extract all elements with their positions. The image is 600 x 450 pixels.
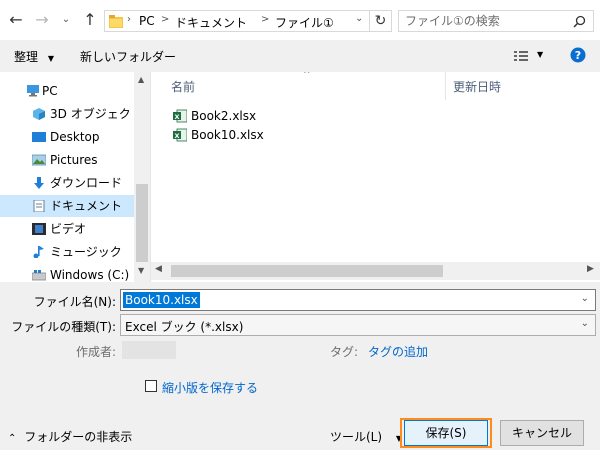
nav-item-3d-objects[interactable]: 3D オブジェクト: [0, 103, 143, 125]
hide-folders-button[interactable]: ⌃ フォルダーの非表示: [8, 428, 132, 445]
sort-ascending-icon: ^: [303, 72, 311, 80]
search-input[interactable]: [405, 13, 565, 29]
tools-menu-button[interactable]: ツール(L) ▼: [330, 428, 402, 445]
view-options-icon[interactable]: [514, 50, 528, 62]
filetype-select[interactable]: Excel ブック (*.xlsx) ⌄: [120, 314, 596, 336]
nav-label: Desktop: [50, 130, 100, 144]
drive-icon: [32, 270, 46, 281]
documents-icon: [33, 200, 45, 212]
breadcrumb-pc[interactable]: PC: [139, 14, 155, 28]
horizontal-scrollbar-thumb[interactable]: [171, 265, 443, 277]
svg-text:X: X: [174, 113, 179, 121]
horizontal-scrollbar[interactable]: ◀ ▶: [151, 262, 600, 280]
file-name: Book2.xlsx: [191, 109, 257, 123]
add-tags-link[interactable]: タグの追加: [368, 343, 428, 360]
hide-folders-label: フォルダーの非表示: [24, 430, 133, 444]
up-arrow-icon[interactable]: ↑: [80, 10, 100, 30]
nav-item-windows-drive[interactable]: Windows (C:): [0, 264, 134, 282]
breadcrumb-documents[interactable]: ドキュメント: [175, 14, 247, 31]
filetype-label: ファイルの種類(T):: [11, 320, 116, 334]
refresh-icon[interactable]: ↻: [370, 10, 392, 32]
navigation-pane: PC 3D オブジェクト Desktop Pictures ダウンロード ドキュ…: [0, 72, 150, 282]
filename-field[interactable]: Book10.xlsx ⌄: [120, 289, 596, 311]
download-icon: [34, 177, 44, 189]
chevron-up-icon: ⌃: [8, 433, 17, 444]
scroll-right-arrow-icon[interactable]: ▶: [587, 264, 594, 274]
file-name: Book10.xlsx: [191, 128, 264, 142]
file-list-pane: ^ 名前 更新日時 X Book2.xlsx X Book10.xlsx ◀ ▶: [150, 72, 600, 282]
column-header-modified[interactable]: 更新日時: [453, 78, 501, 95]
command-bar: 整理 ▼ 新しいフォルダー ▼ ?: [0, 40, 600, 72]
save-button[interactable]: 保存(S): [404, 420, 488, 446]
address-bar[interactable]: › PC > ドキュメント > ファイル① ⌄: [104, 10, 370, 32]
excel-file-icon: X: [173, 109, 187, 123]
tools-label: ツール(L): [330, 430, 383, 444]
author-label: 作成者:: [75, 345, 116, 359]
nav-label: ドキュメント: [50, 199, 123, 213]
nav-label: Pictures: [50, 153, 98, 167]
search-icon[interactable]: [573, 15, 586, 28]
address-row: ← → ⌄ ↑ › PC > ドキュメント > ファイル① ⌄ ↻: [0, 0, 600, 40]
organize-menu-button[interactable]: 整理 ▼: [14, 48, 54, 65]
nav-item-documents[interactable]: ドキュメント: [0, 195, 134, 217]
nav-label: Windows (C:): [50, 268, 130, 282]
scroll-up-arrow-icon[interactable]: ▲: [138, 75, 144, 84]
column-divider[interactable]: [445, 72, 446, 100]
breadcrumb-separator: >: [161, 14, 170, 25]
breadcrumb-current-folder[interactable]: ファイル①: [275, 14, 334, 31]
cancel-button[interactable]: キャンセル: [500, 420, 584, 446]
nav-item-desktop[interactable]: Desktop: [0, 126, 134, 148]
filename-value[interactable]: Book10.xlsx: [123, 292, 200, 308]
pictures-icon: [32, 154, 46, 166]
organize-label: 整理: [14, 50, 39, 64]
address-chevron-down-icon[interactable]: ⌄: [355, 13, 363, 24]
view-chevron-down-icon[interactable]: ▼: [537, 50, 543, 59]
nav-label: ミュージック: [50, 245, 122, 259]
thumbnail-label[interactable]: 縮小版を保存する: [162, 379, 258, 396]
pc-icon: [27, 85, 39, 97]
svg-text:?: ?: [575, 49, 581, 62]
music-icon: [33, 246, 44, 258]
nav-label: ダウンロード: [50, 176, 123, 190]
recent-chevron-down-icon[interactable]: ⌄: [56, 10, 76, 30]
filename-label: ファイル名(N):: [33, 295, 116, 309]
thumbnail-checkbox[interactable]: [145, 380, 157, 392]
nav-item-videos[interactable]: ビデオ: [0, 218, 134, 240]
nav-item-music[interactable]: ミュージック: [0, 241, 134, 263]
scroll-down-arrow-icon[interactable]: ▼: [138, 266, 144, 275]
nav-label: PC: [42, 84, 58, 98]
excel-file-icon: X: [173, 128, 187, 142]
3d-objects-icon: [33, 108, 45, 120]
new-folder-button[interactable]: 新しいフォルダー: [80, 48, 176, 65]
nav-label: ビデオ: [50, 222, 87, 236]
svg-text:X: X: [174, 132, 179, 140]
filetype-chevron-down-icon[interactable]: ⌄: [581, 318, 589, 329]
filename-chevron-down-icon[interactable]: ⌄: [581, 293, 589, 304]
folder-icon: [109, 15, 123, 28]
scroll-left-arrow-icon[interactable]: ◀: [155, 264, 162, 274]
filetype-value: Excel ブック (*.xlsx): [125, 320, 244, 334]
tags-label: タグ:: [329, 345, 358, 359]
help-icon[interactable]: ?: [570, 47, 586, 63]
nav-item-pictures[interactable]: Pictures: [0, 149, 134, 171]
back-arrow-icon[interactable]: ←: [6, 10, 26, 30]
nav-item-downloads[interactable]: ダウンロード: [0, 172, 134, 194]
organize-chevron-down-icon: ▼: [47, 54, 54, 63]
nav-item-pc[interactable]: PC: [0, 80, 134, 102]
nav-scrollbar-thumb[interactable]: [136, 184, 148, 262]
video-icon: [32, 223, 46, 235]
nav-label: 3D オブジェクト: [50, 107, 143, 121]
search-box[interactable]: [398, 10, 594, 32]
nav-scrollbar[interactable]: ▲ ▼: [134, 72, 150, 282]
breadcrumb-separator: >: [261, 14, 270, 25]
forward-arrow-icon[interactable]: →: [32, 10, 52, 30]
column-header-name[interactable]: 名前: [171, 78, 195, 95]
desktop-icon: [32, 132, 46, 142]
breadcrumb-separator-icon: ›: [127, 14, 131, 25]
author-value-field[interactable]: [122, 341, 176, 359]
